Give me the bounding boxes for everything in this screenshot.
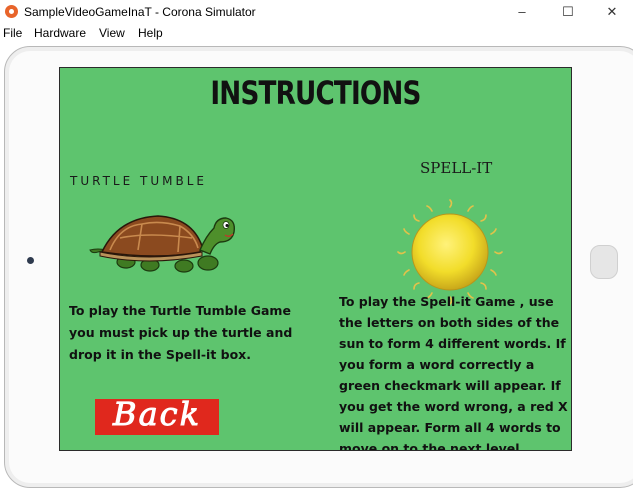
back-button-label: Back — [113, 395, 201, 434]
back-button[interactable]: Back — [95, 395, 219, 435]
turtle-tumble-description: To play the Turtle Tumble Game you must … — [69, 303, 293, 362]
turtle-image — [89, 215, 236, 273]
menu-bar: File Hardware View Help — [0, 24, 633, 44]
camera-dot — [27, 257, 34, 264]
menu-help[interactable]: Help — [138, 26, 163, 40]
corona-app-icon — [5, 5, 18, 18]
minimize-button[interactable]: – — [499, 0, 545, 24]
close-button[interactable]: ✕ — [589, 0, 633, 24]
instructions-title: INSTRUCTIONS — [210, 74, 421, 112]
menu-hardware[interactable]: Hardware — [34, 26, 86, 40]
title-bar: SampleVideoGameInaT - Corona Simulator –… — [0, 0, 633, 24]
menu-view[interactable]: View — [99, 26, 125, 40]
sun-image — [397, 199, 503, 305]
home-button[interactable] — [590, 245, 618, 279]
spell-it-description: To play the Spell-it Game , use the lett… — [339, 294, 568, 451]
window-title: SampleVideoGameInaT - Corona Simulator — [24, 5, 256, 19]
spell-it-title: SPELL-IT — [420, 159, 493, 177]
menu-file[interactable]: File — [3, 26, 22, 40]
turtle-tumble-title: TURTLE TUMBLE — [70, 174, 207, 188]
maximize-button[interactable]: ☐ — [545, 0, 591, 24]
game-screen: INSTRUCTIONS TURTLE TUMBLE SPELL-IT To p… — [59, 67, 572, 451]
